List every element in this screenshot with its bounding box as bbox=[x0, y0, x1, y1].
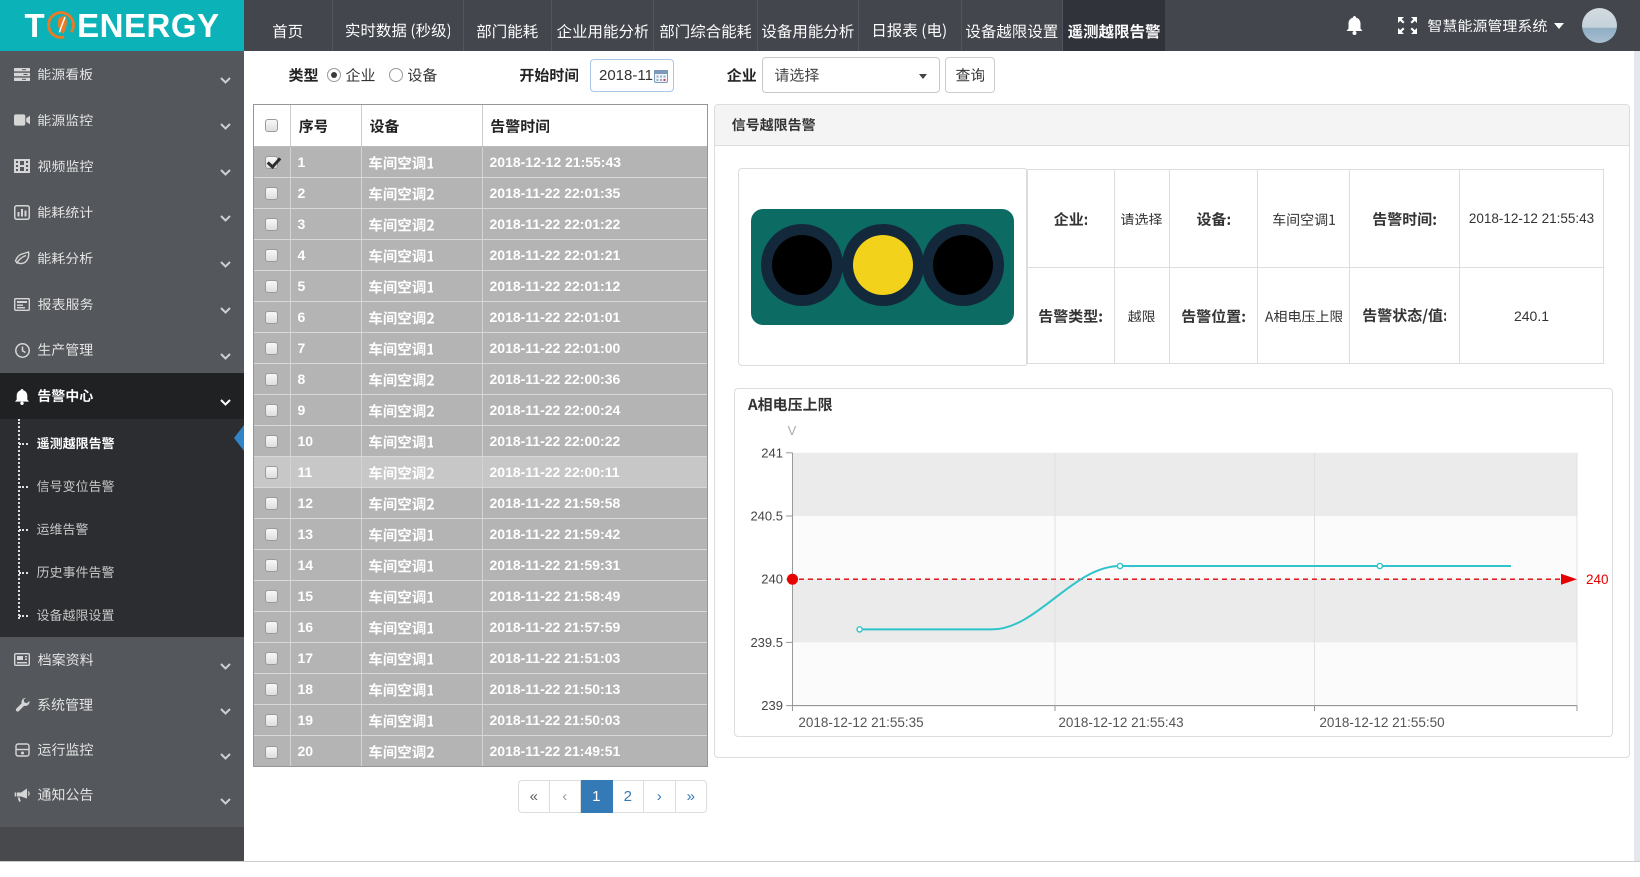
svg-text:V: V bbox=[788, 423, 797, 438]
svg-text:2018-12-12 21:55:50: 2018-12-12 21:55:50 bbox=[1319, 715, 1444, 730]
svg-text:240: 240 bbox=[761, 572, 783, 587]
svg-text:240.5: 240.5 bbox=[750, 509, 783, 524]
svg-text:241: 241 bbox=[761, 445, 783, 460]
svg-text:239.5: 239.5 bbox=[750, 635, 783, 650]
svg-text:239: 239 bbox=[761, 698, 783, 713]
svg-text:240: 240 bbox=[1586, 572, 1609, 587]
svg-text:2018-12-12 21:55:43: 2018-12-12 21:55:43 bbox=[1058, 715, 1183, 730]
svg-text:2018-12-12 21:55:35: 2018-12-12 21:55:35 bbox=[798, 715, 923, 730]
